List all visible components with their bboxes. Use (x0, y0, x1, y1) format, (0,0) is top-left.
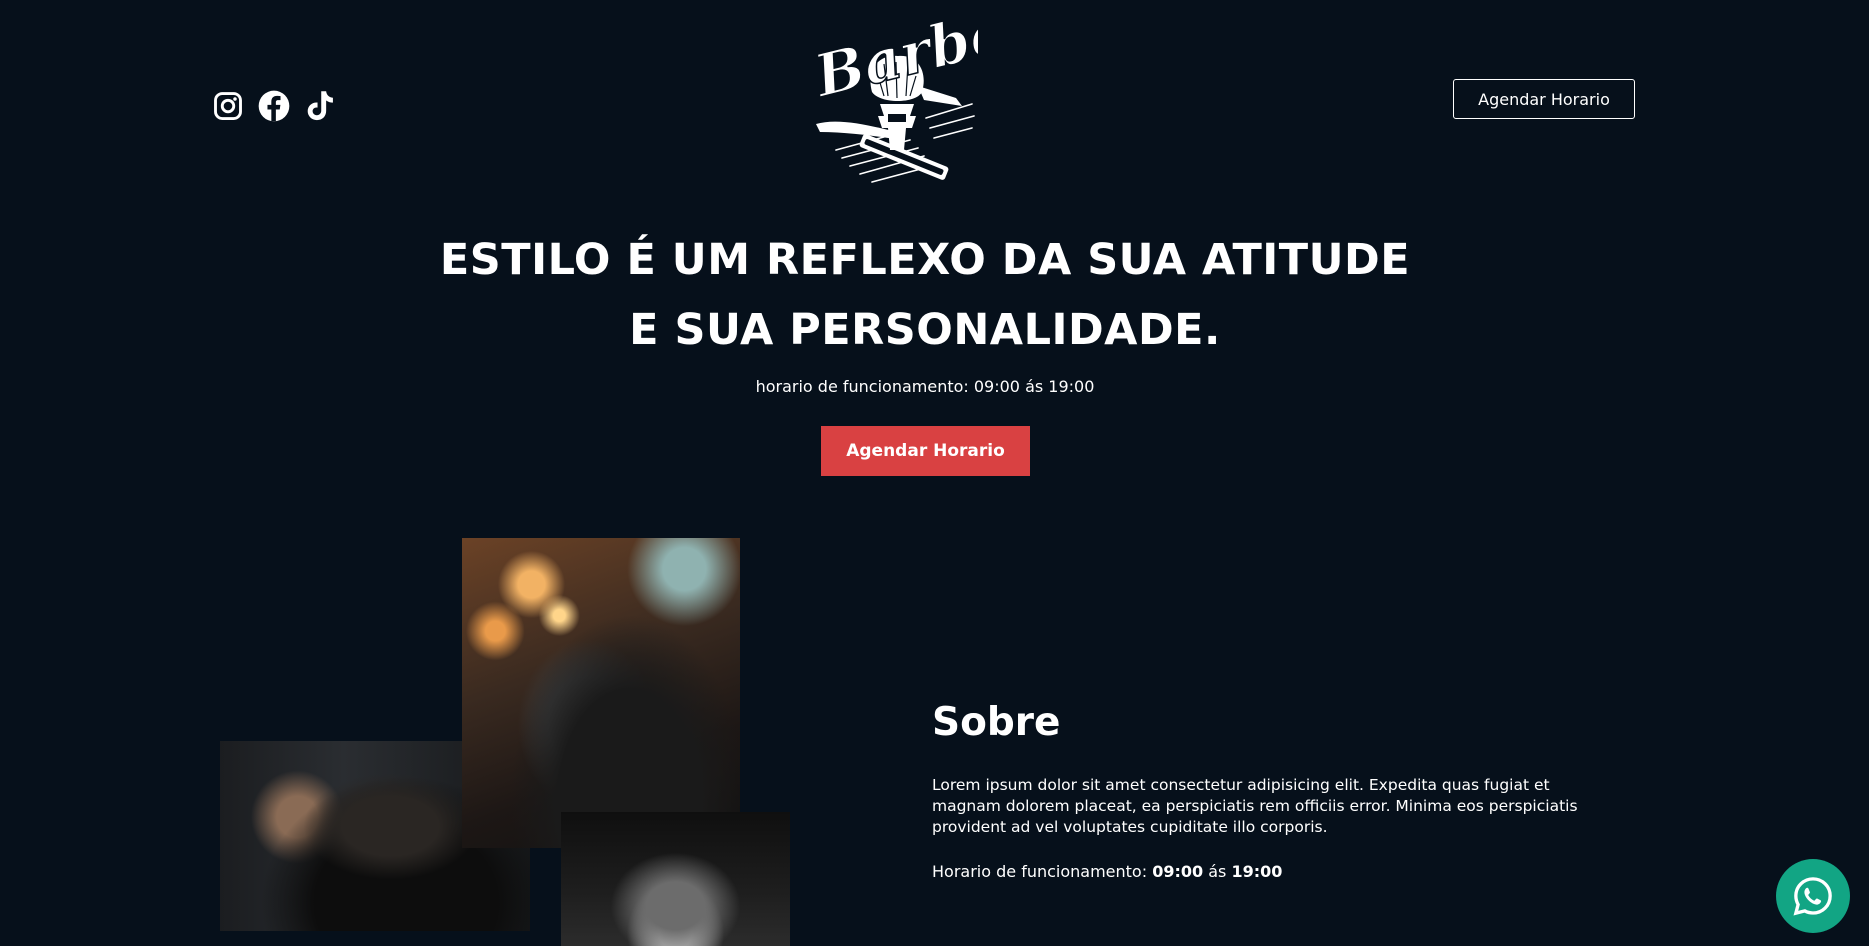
about-text: Lorem ipsum dolor sit amet consectetur a… (932, 776, 1578, 836)
facebook-icon (258, 90, 290, 122)
about-hours-start: 09:00 (1152, 862, 1204, 881)
hero-title-line1: ESTILO É UM REFLEXO DA SUA ATITUDE (439, 235, 1411, 285)
whatsapp-button[interactable] (1776, 859, 1850, 933)
about-hours: Horario de funcionamento: 09:00 ás 19:00 (932, 862, 1282, 881)
hero-schedule-button[interactable]: Agendar Horario (821, 426, 1030, 476)
facebook-link[interactable] (258, 90, 290, 122)
hero-title-line2: E SUA PERSONALIDADE. (629, 305, 1221, 355)
tiktok-icon (307, 91, 333, 121)
social-links (212, 90, 336, 122)
barber-photo-beard (561, 812, 790, 946)
landing-page: Barber Agendar Horario ESTILO É UM REFLE… (0, 0, 1869, 946)
hero-title: ESTILO É UM REFLEXO DA SUA ATITUDE E SUA… (0, 225, 1850, 365)
tiktok-link[interactable] (304, 90, 336, 122)
barber-photo-shop (462, 538, 740, 848)
barber-logo: Barber (806, 0, 978, 183)
whatsapp-icon (1793, 877, 1832, 916)
instagram-link[interactable] (212, 90, 244, 122)
about-hours-label: Horario de funcionamento: (932, 862, 1153, 881)
header-schedule-button[interactable]: Agendar Horario (1453, 79, 1635, 119)
about-title: Sobre (932, 700, 1061, 745)
about-hours-end: 19:00 (1231, 862, 1283, 881)
about-hours-sep: ás (1203, 862, 1232, 881)
instagram-icon (214, 92, 242, 120)
hero-hours: horario de funcionamento: 09:00 ás 19:00 (755, 377, 1095, 396)
